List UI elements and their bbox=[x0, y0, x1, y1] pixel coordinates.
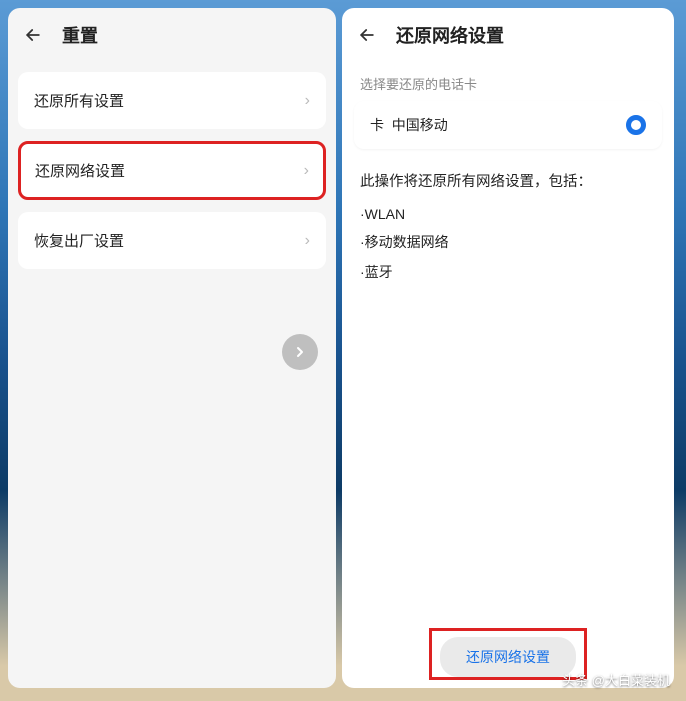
chevron-right-icon: › bbox=[305, 232, 310, 250]
reset-network-row[interactable]: 还原网络设置 › bbox=[18, 141, 326, 200]
sim-select-header: 选择要还原的电话卡 bbox=[342, 62, 674, 101]
page-title: 还原网络设置 bbox=[396, 22, 504, 48]
reset-options-list: 还原所有设置 › 还原网络设置 › 恢复出厂设置 › bbox=[8, 62, 336, 269]
row-label: 还原网络设置 bbox=[35, 160, 125, 181]
sim-card-option[interactable]: 卡 中国移动 bbox=[354, 101, 662, 149]
sim-label: 卡 中国移动 bbox=[370, 115, 448, 135]
reset-description: 此操作将还原所有网络设置，包括： bbox=[342, 149, 674, 206]
reset-all-row[interactable]: 还原所有设置 › bbox=[18, 72, 326, 129]
row-label: 恢复出厂设置 bbox=[34, 230, 124, 251]
chevron-right-icon: › bbox=[305, 92, 310, 110]
left-header: 重置 bbox=[8, 8, 336, 62]
bullet-bluetooth: ·蓝牙 bbox=[360, 262, 656, 282]
chevron-right-icon: › bbox=[304, 162, 309, 180]
back-icon[interactable] bbox=[356, 24, 378, 46]
reset-bullets: ·WLAN ·移动数据网络 ·蓝牙 bbox=[342, 206, 674, 292]
factory-reset-row[interactable]: 恢复出厂设置 › bbox=[18, 212, 326, 269]
row-label: 还原所有设置 bbox=[34, 90, 124, 111]
next-fab-button[interactable] bbox=[282, 334, 318, 370]
page-title: 重置 bbox=[62, 22, 98, 48]
network-reset-panel: 还原网络设置 选择要还原的电话卡 卡 中国移动 此操作将还原所有网络设置，包括：… bbox=[342, 8, 674, 688]
reset-network-button[interactable]: 还原网络设置 bbox=[440, 637, 576, 677]
radio-selected-icon bbox=[626, 115, 646, 135]
reset-panel: 重置 还原所有设置 › 还原网络设置 › 恢复出厂设置 › bbox=[8, 8, 336, 688]
watermark: 头条 @大白菜装机 bbox=[562, 670, 670, 689]
back-icon[interactable] bbox=[22, 24, 44, 46]
right-header: 还原网络设置 bbox=[342, 8, 674, 62]
bullet-mobile-data: ·移动数据网络 bbox=[360, 232, 656, 252]
bullet-wlan: ·WLAN bbox=[360, 206, 656, 222]
